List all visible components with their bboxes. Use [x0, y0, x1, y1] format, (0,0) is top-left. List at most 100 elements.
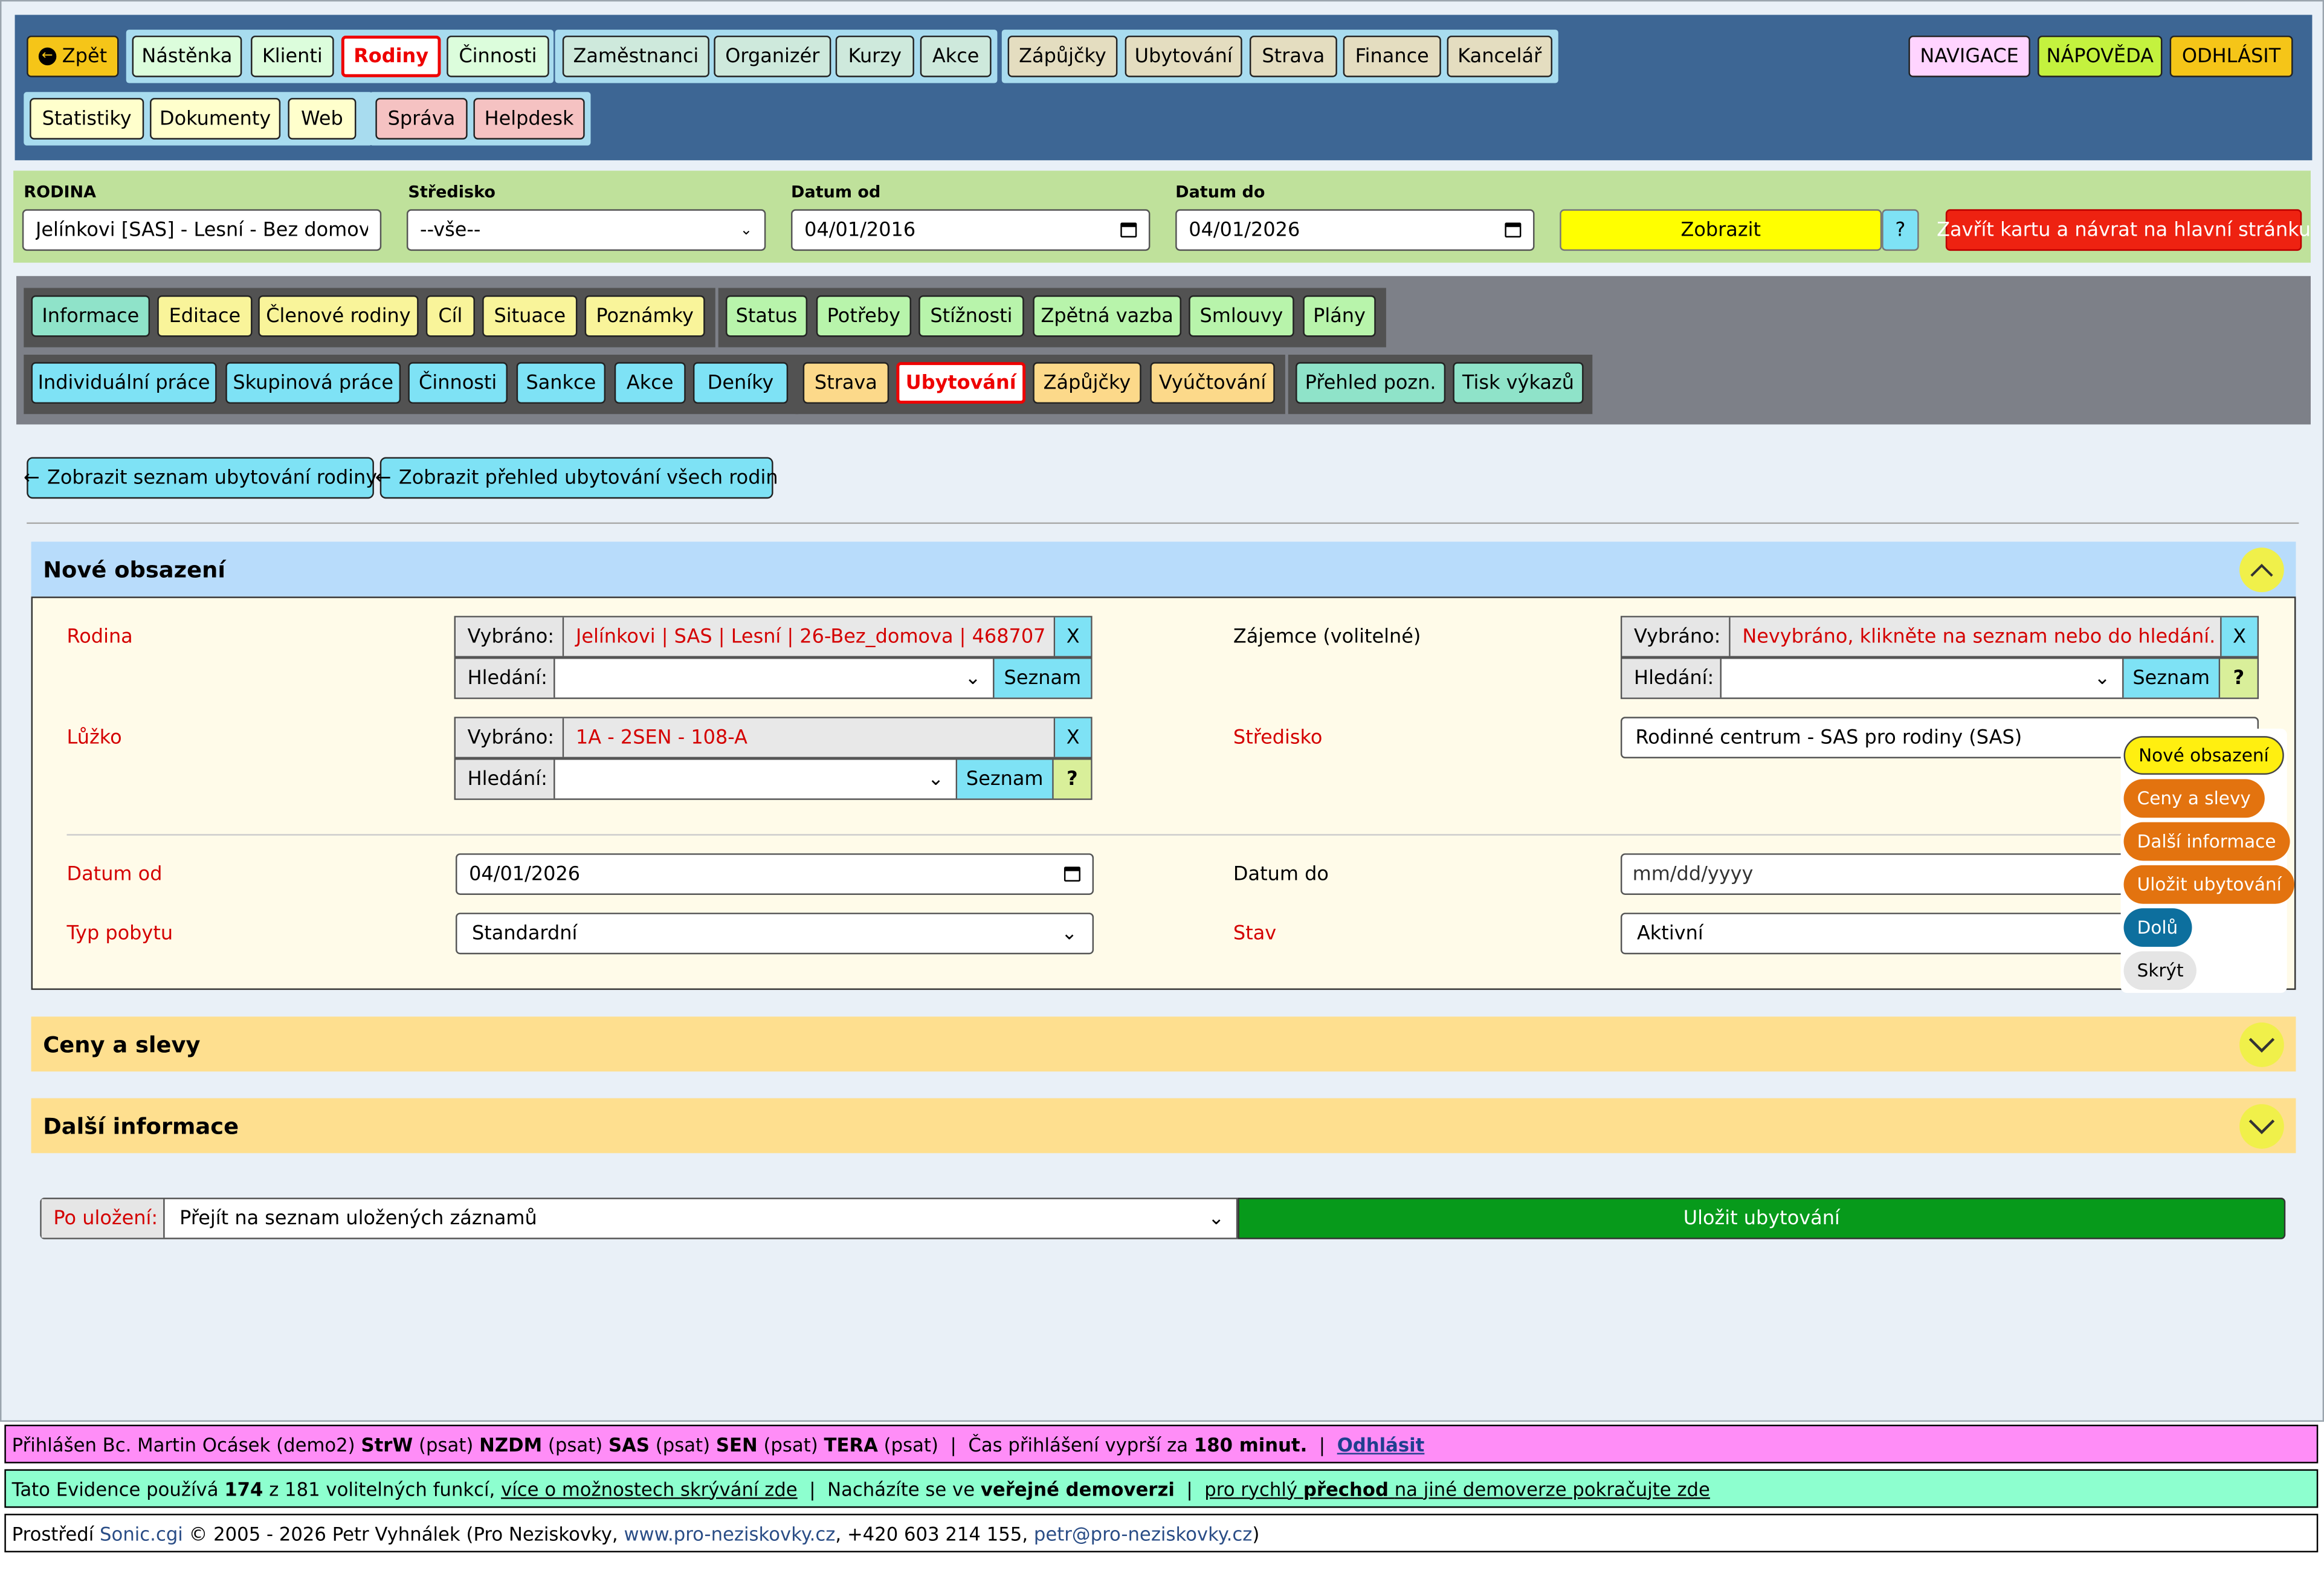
nav-zamestnanci[interactable]: Zaměstnanci [562, 35, 709, 77]
tab-strava[interactable]: Strava [802, 362, 889, 404]
luzko-search-select[interactable]: ⌄ [555, 760, 958, 799]
nav-akce[interactable]: Akce [920, 35, 992, 77]
nav-strava[interactable]: Strava [1249, 35, 1337, 77]
nav-klienti[interactable]: Klienti [251, 35, 334, 77]
rodina-search-select[interactable]: ⌄ [555, 659, 995, 698]
chevron-down-icon[interactable] [2239, 1022, 2284, 1067]
zajemce-clear-button[interactable]: X [2221, 617, 2258, 656]
tab-plany[interactable]: Plány [1303, 295, 1376, 337]
zajemce-selected-value: Nevybráno, klikněte na seznam nebo do hl… [1730, 617, 2222, 656]
chevron-up-icon[interactable] [2239, 547, 2284, 592]
save-accommodation-button[interactable]: Uložit ubytování [1238, 1197, 2286, 1239]
footer-features-info: Tato Evidence používá 174 z 181 voliteln… [4, 1469, 2319, 1508]
datum-od-input[interactable]: 04/01/2026 [455, 853, 1094, 895]
nav-finance[interactable]: Finance [1343, 35, 1441, 77]
divider [27, 522, 2299, 524]
nav-zapujcky[interactable]: Zápůjčky [1007, 35, 1118, 77]
nav-web[interactable]: Web [288, 98, 357, 140]
panel-header-dalsi-informace[interactable]: Další informace [31, 1098, 2296, 1154]
zajemce-help-button[interactable]: ? [2220, 659, 2258, 698]
napoveda-button[interactable]: NÁPOVĚDA [2038, 35, 2163, 77]
nav-kurzy[interactable]: Kurzy [835, 35, 914, 77]
nav-cinnosti[interactable]: Činnosti [447, 35, 549, 77]
nav-statistiky[interactable]: Statistiky [30, 98, 144, 140]
luzko-clear-button[interactable]: X [1055, 718, 1091, 757]
nav-nastenka[interactable]: Nástěnka [132, 35, 242, 77]
luzko-help-button[interactable]: ? [1053, 760, 1091, 799]
list-family-accommodation-button[interactable]: ← Zobrazit seznam ubytování rodiny [23, 457, 377, 499]
chevron-down-icon: ⌄ [740, 222, 753, 239]
navigace-button[interactable]: NAVIGACE [1908, 35, 2030, 77]
datum-do-filter-input[interactable]: 04/01/2026 [1175, 209, 1535, 251]
panel-header-ceny-a-slevy[interactable]: Ceny a slevy [31, 1016, 2296, 1072]
footer-sonic-link[interactable]: Sonic.cgi [100, 1522, 183, 1545]
tab-prehled-pozn[interactable]: Přehled pozn. [1296, 362, 1446, 404]
tab-informace[interactable]: Informace [31, 295, 150, 337]
quick-ulozit-ubytovani[interactable]: Uložit ubytování [2123, 865, 2295, 904]
zajemce-search-select[interactable]: ⌄ [1722, 659, 2124, 698]
nav-ubytovani[interactable]: Ubytování [1125, 35, 1242, 77]
quick-nove-obsazeni[interactable]: Nové obsazení [2123, 736, 2284, 775]
back-button[interactable]: ← Zpět [27, 35, 119, 77]
tab-smlouvy[interactable]: Smlouvy [1189, 295, 1294, 337]
hledani-label: Hledání: [455, 760, 555, 799]
close-card-button[interactable]: Zavřít kartu a návrat na hlavní stránku [1937, 209, 2311, 251]
tab-status[interactable]: Status [725, 295, 808, 337]
after-save-select[interactable]: Přejít na seznam uložených záznamů ⌄ [165, 1199, 1236, 1238]
nav-sprava[interactable]: Správa [375, 98, 468, 140]
tab-potreby[interactable]: Potřeby [816, 295, 911, 337]
divider [66, 834, 2264, 836]
filter-help-button[interactable]: ? [1882, 209, 1919, 251]
chevron-down-icon: ⌄ [2094, 667, 2111, 689]
luzko-selected-box: Vybráno: 1A - 2SEN - 108-A X [454, 717, 1093, 759]
nav-kancelar[interactable]: Kancelář [1447, 35, 1552, 77]
rodina-clear-button[interactable]: X [1055, 617, 1091, 656]
tab-ubytovani[interactable]: Ubytování [896, 362, 1026, 404]
tab-clenove-rodiny[interactable]: Členové rodiny [258, 295, 419, 337]
arrow-left-icon: ← [23, 466, 40, 489]
footer-email-link[interactable]: petr@pro-neziskovky.cz [1034, 1522, 1252, 1545]
tab-situace[interactable]: Situace [482, 295, 578, 337]
tab-poznamky[interactable]: Poznámky [584, 295, 705, 337]
list-all-accommodation-button[interactable]: ← Zobrazit přehled ubytování všech rodin [375, 457, 778, 499]
footer-demo-switch-link[interactable]: pro rychlý přechod na jiné demoverze pok… [1204, 1477, 1710, 1500]
stredisko-filter-select[interactable]: --vše-- ⌄ [406, 209, 766, 251]
quick-skryt[interactable]: Skrýt [2123, 951, 2197, 990]
tab-individualni-prace[interactable]: Individuální práce [31, 362, 217, 404]
zajemce-seznam-button[interactable]: Seznam [2123, 659, 2221, 698]
tab-sankce[interactable]: Sankce [516, 362, 606, 404]
tab-stiznosti[interactable]: Stížnosti [918, 295, 1024, 337]
footer-logout-link[interactable]: Odhlásit [1337, 1433, 1425, 1455]
typ-pobytu-select[interactable]: Standardní ⌄ [455, 912, 1094, 955]
zobrazit-button[interactable]: Zobrazit [1560, 209, 1882, 251]
tab-cil[interactable]: Cíl [425, 295, 475, 337]
rodina-seznam-button[interactable]: Seznam [994, 659, 1091, 698]
footer-hiding-link[interactable]: více o možnostech skrývání zde [501, 1477, 798, 1500]
footer-web-link[interactable]: www.pro-neziskovky.cz [624, 1522, 835, 1545]
nav-dokumenty[interactable]: Dokumenty [150, 98, 281, 140]
quick-ceny-a-slevy[interactable]: Ceny a slevy [2123, 779, 2264, 818]
quick-dolu[interactable]: Dolů [2123, 908, 2192, 947]
nav-organizer[interactable]: Organizér [714, 35, 831, 77]
rodina-filter-input[interactable]: Jelínkovi [SAS] - Lesní - Bez domova [22, 209, 382, 251]
chevron-down-icon[interactable] [2239, 1104, 2284, 1149]
tab-zpetna-vazba[interactable]: Zpětná vazba [1033, 295, 1181, 337]
tab-akce[interactable]: Akce [614, 362, 686, 404]
odhlasit-button[interactable]: ODHLÁSIT [2169, 35, 2293, 77]
tab-editace[interactable]: Editace [157, 295, 253, 337]
panel-header-nove-obsazeni[interactable]: Nové obsazení [31, 541, 2296, 597]
tab-skupinova-prace[interactable]: Skupinová práce [225, 362, 401, 404]
tab-tisk-vykazu[interactable]: Tisk výkazů [1453, 362, 1584, 404]
tab-zapujcky[interactable]: Zápůjčky [1033, 362, 1141, 404]
nav-helpdesk[interactable]: Helpdesk [473, 98, 585, 140]
tab-cinnosti[interactable]: Činnosti [408, 362, 508, 404]
quick-dalsi-informace[interactable]: Další informace [2123, 822, 2290, 861]
nav-rodiny[interactable]: Rodiny [341, 35, 441, 77]
tab-deniky[interactable]: Deníky [692, 362, 789, 404]
datum-od-filter-input[interactable]: 04/01/2016 [791, 209, 1151, 251]
top-navigation: ← Zpět Nástěnka Klienti Rodiny Činnosti … [15, 15, 2313, 161]
luzko-seznam-button[interactable]: Seznam [957, 760, 1054, 799]
tab-vyuctovani[interactable]: Vyúčtování [1150, 362, 1275, 404]
zajemce-label: Zájemce (volitelné) [1233, 626, 1421, 649]
stredisko-label: Středisko [1233, 727, 1323, 750]
